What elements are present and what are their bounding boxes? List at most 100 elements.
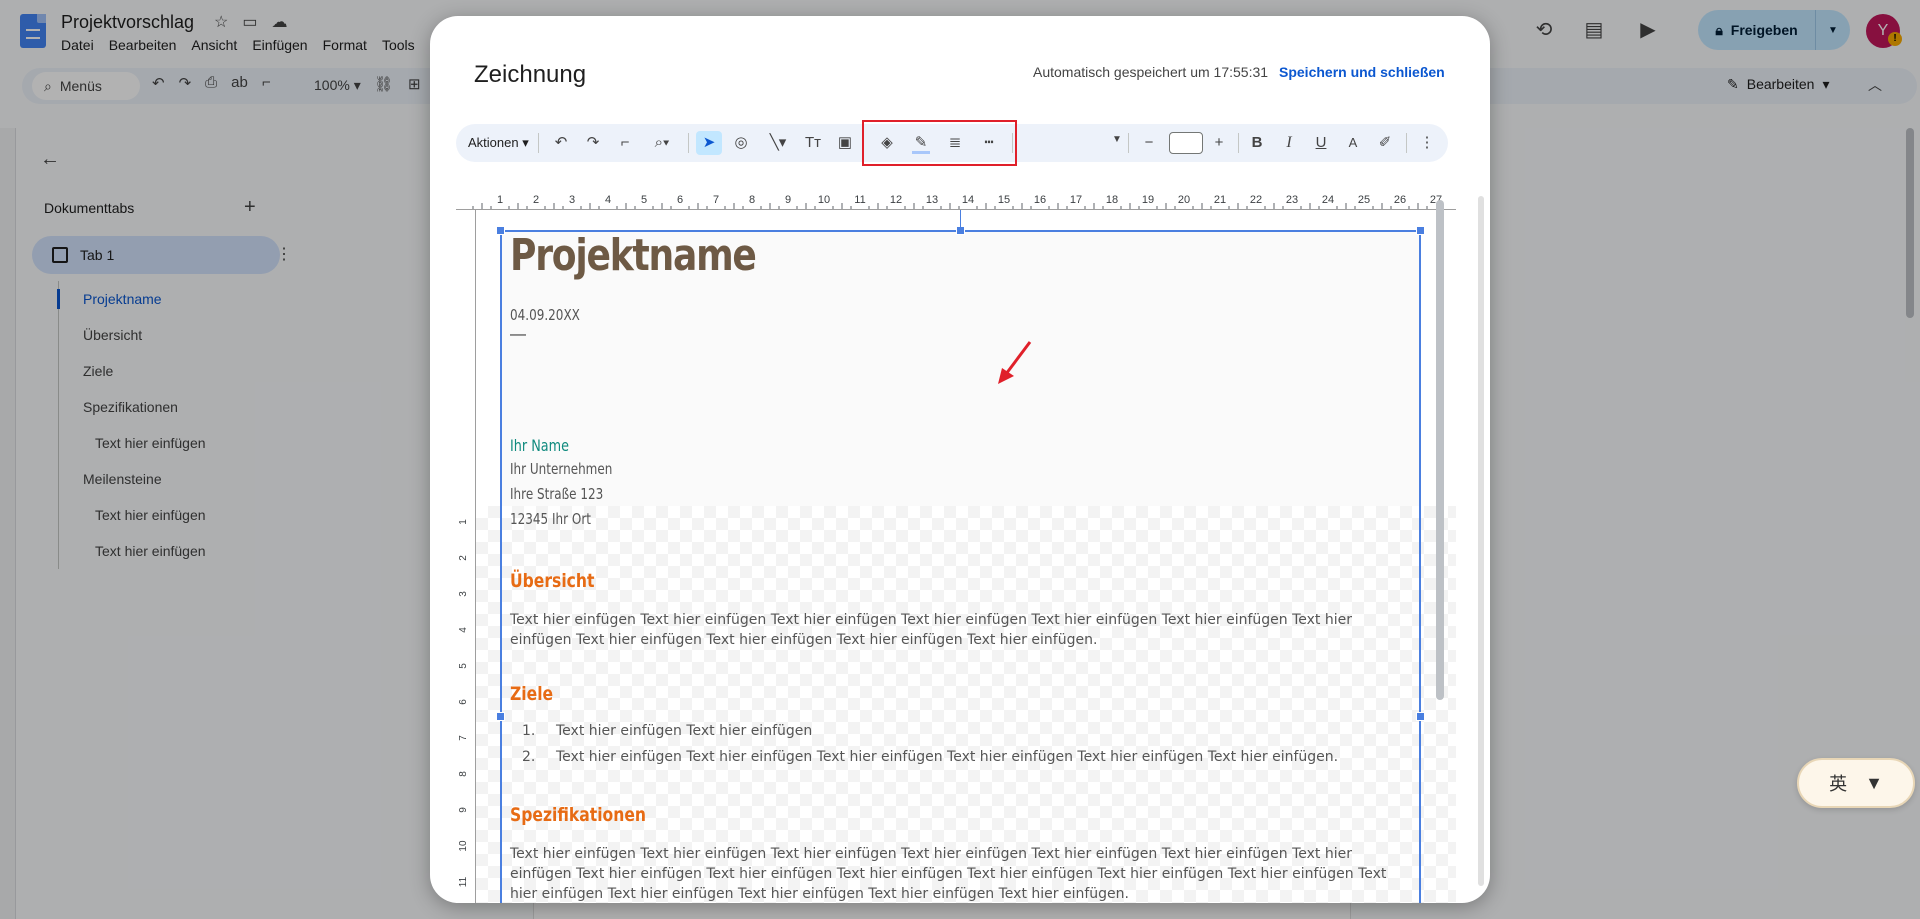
ruler-number: 9 bbox=[785, 194, 791, 206]
vertical-ruler-number: 3 bbox=[458, 591, 469, 597]
ruler-number: 15 bbox=[998, 194, 1010, 206]
list-text: Text hier einfügen Text hier einfügen bbox=[556, 723, 813, 739]
decrease-font-size-icon[interactable]: − bbox=[1136, 131, 1162, 155]
vertical-ruler-number: 11 bbox=[458, 876, 469, 887]
font-dropdown-icon[interactable]: ▼ bbox=[1112, 134, 1122, 145]
doc-dash: — bbox=[510, 326, 526, 343]
ruler-number: 7 bbox=[713, 194, 719, 206]
doc-list-item: 1. Text hier einfügen Text hier einfügen bbox=[510, 723, 812, 739]
highlight-annotation-box bbox=[862, 120, 1017, 166]
doc-title-text: Projektname bbox=[510, 230, 757, 281]
separator bbox=[1238, 133, 1239, 153]
text-color-icon[interactable]: A bbox=[1340, 131, 1366, 155]
more-options-icon[interactable]: ⋮ bbox=[1414, 131, 1440, 155]
doc-heading-goals: Ziele bbox=[510, 683, 554, 705]
separator bbox=[1128, 133, 1129, 153]
doc-heading-overview: Übersicht bbox=[510, 570, 595, 592]
ruler-number: 6 bbox=[677, 194, 683, 206]
ruler-number: 2 bbox=[533, 194, 539, 206]
vertical-ruler-number: 1 bbox=[458, 519, 469, 525]
ruler-number: 21 bbox=[1214, 194, 1226, 206]
image-icon[interactable]: ▣ bbox=[832, 131, 858, 155]
redo-icon[interactable]: ↷ bbox=[580, 131, 606, 155]
ruler-number: 4 bbox=[605, 194, 611, 206]
actions-label: Aktionen bbox=[468, 135, 519, 150]
resize-handle[interactable] bbox=[1416, 712, 1425, 721]
drawing-dialog: Zeichnung Automatisch gespeichert um 17:… bbox=[430, 16, 1490, 903]
resize-handle[interactable] bbox=[496, 226, 505, 235]
vertical-ruler-number: 10 bbox=[458, 840, 469, 852]
ruler-ticks: 1 2 3 4 5 6 7 8 9 10 11 12 13 14 15 16 17 18 19 20 21 22 23 24 2… bbox=[472, 194, 1442, 209]
ruler-number: 1 bbox=[497, 194, 503, 206]
ruler-number: 5 bbox=[641, 194, 647, 206]
ime-widget[interactable]: 英 ▼ bbox=[1797, 758, 1915, 808]
vertical-ruler-number: 7 bbox=[458, 735, 469, 741]
paint-format-icon[interactable]: ⌐ bbox=[612, 131, 638, 155]
doc-date-text: 04.09.20XX bbox=[510, 306, 580, 324]
increase-font-size-icon[interactable]: + bbox=[1206, 131, 1232, 155]
doc-list-item: 2. Text hier einfügen Text hier einfügen … bbox=[510, 749, 1338, 765]
doc-name-text: Ihr Name bbox=[510, 436, 569, 455]
doc-street-text: Ihre Straße 123 bbox=[510, 485, 604, 503]
rotate-handle-line bbox=[960, 210, 961, 230]
vertical-ruler: 1 2 3 4 5 6 7 8 9 10 11 bbox=[456, 210, 476, 903]
ruler-number: 8 bbox=[749, 194, 755, 206]
vertical-ruler-number: 8 bbox=[458, 771, 469, 777]
doc-company-text: Ihr Unternehmen bbox=[510, 460, 613, 478]
ruler-number: 26 bbox=[1394, 194, 1406, 206]
list-number: 2. bbox=[522, 749, 536, 765]
ruler-number: 24 bbox=[1322, 194, 1334, 206]
ime-language: 英 bbox=[1829, 774, 1848, 794]
doc-paragraph-specs: Text hier einfügen Text hier einfügen Te… bbox=[510, 846, 1387, 902]
autosave-status: Automatisch gespeichert um 17:55:31 bbox=[1033, 64, 1269, 80]
drawing-canvas[interactable]: 1 2 3 4 5 6 7 8 9 10 11 12 13 14 15 16 17 18 19 20 21 22 23 24 2… bbox=[456, 186, 1456, 903]
separator bbox=[538, 133, 539, 153]
ruler-number: 25 bbox=[1358, 194, 1370, 206]
dialog-scrollbar[interactable] bbox=[1478, 196, 1484, 886]
ruler-number: 23 bbox=[1286, 194, 1298, 206]
select-cursor-icon[interactable]: ➤ bbox=[696, 131, 722, 155]
vertical-ruler-number: 6 bbox=[458, 699, 469, 705]
resize-handle[interactable] bbox=[1416, 226, 1425, 235]
undo-icon[interactable]: ↶ bbox=[548, 131, 574, 155]
actions-menu[interactable]: Aktionen ▾ bbox=[468, 135, 529, 151]
resize-handle[interactable] bbox=[496, 712, 505, 721]
vertical-ruler-number: 4 bbox=[458, 627, 469, 633]
ruler-number: 18 bbox=[1106, 194, 1118, 206]
ruler-number: 12 bbox=[890, 194, 902, 206]
canvas-scrollbar[interactable] bbox=[1436, 200, 1444, 700]
list-text: Text hier einfügen Text hier einfügen Te… bbox=[556, 749, 1339, 765]
vertical-ruler-number: 2 bbox=[458, 555, 469, 561]
ruler-number: 16 bbox=[1034, 194, 1046, 206]
font-size-input[interactable] bbox=[1169, 132, 1203, 154]
italic-icon[interactable]: I bbox=[1276, 131, 1302, 155]
zoom-icon[interactable]: ⌕▾ bbox=[644, 131, 680, 155]
dialog-title: Zeichnung bbox=[474, 61, 587, 88]
ruler-number: 3 bbox=[569, 194, 575, 206]
doc-heading-specs: Spezifikationen bbox=[510, 804, 647, 826]
ruler-number: 11 bbox=[854, 194, 865, 206]
shape-icon[interactable]: ◎ bbox=[728, 131, 754, 155]
vertical-ruler-ticks: 1 2 3 4 5 6 7 8 9 10 11 bbox=[458, 519, 469, 887]
ruler-number: 22 bbox=[1250, 194, 1262, 206]
ruler-number: 19 bbox=[1142, 194, 1154, 206]
line-icon[interactable]: ╲▾ bbox=[760, 131, 796, 155]
ruler-number: 20 bbox=[1178, 194, 1190, 206]
bold-icon[interactable]: B bbox=[1244, 131, 1270, 155]
red-arrow-annotation bbox=[998, 341, 1032, 384]
save-and-close-button[interactable]: Speichern und schließen bbox=[1279, 64, 1445, 80]
doc-city-text: 12345 Ihr Ort bbox=[510, 510, 591, 528]
underline-icon[interactable]: U bbox=[1308, 131, 1334, 155]
horizontal-ruler: 1 2 3 4 5 6 7 8 9 10 11 12 13 14 15 16 17 18 19 20 21 22 23 24 2… bbox=[456, 186, 1456, 210]
highlight-icon[interactable]: ✐ bbox=[1372, 131, 1398, 155]
separator bbox=[1406, 133, 1407, 153]
ruler-number: 13 bbox=[926, 194, 938, 206]
text-box-icon[interactable]: Tт bbox=[800, 131, 826, 155]
ruler-number: 14 bbox=[962, 194, 974, 206]
vertical-ruler-number: 9 bbox=[458, 807, 469, 813]
vertical-ruler-number: 5 bbox=[458, 663, 469, 669]
separator bbox=[688, 133, 689, 153]
doc-paragraph-overview: Text hier einfügen Text hier einfügen Te… bbox=[510, 612, 1352, 648]
shirt-icon: ▼ bbox=[1865, 772, 1883, 793]
ruler-number: 17 bbox=[1070, 194, 1082, 206]
